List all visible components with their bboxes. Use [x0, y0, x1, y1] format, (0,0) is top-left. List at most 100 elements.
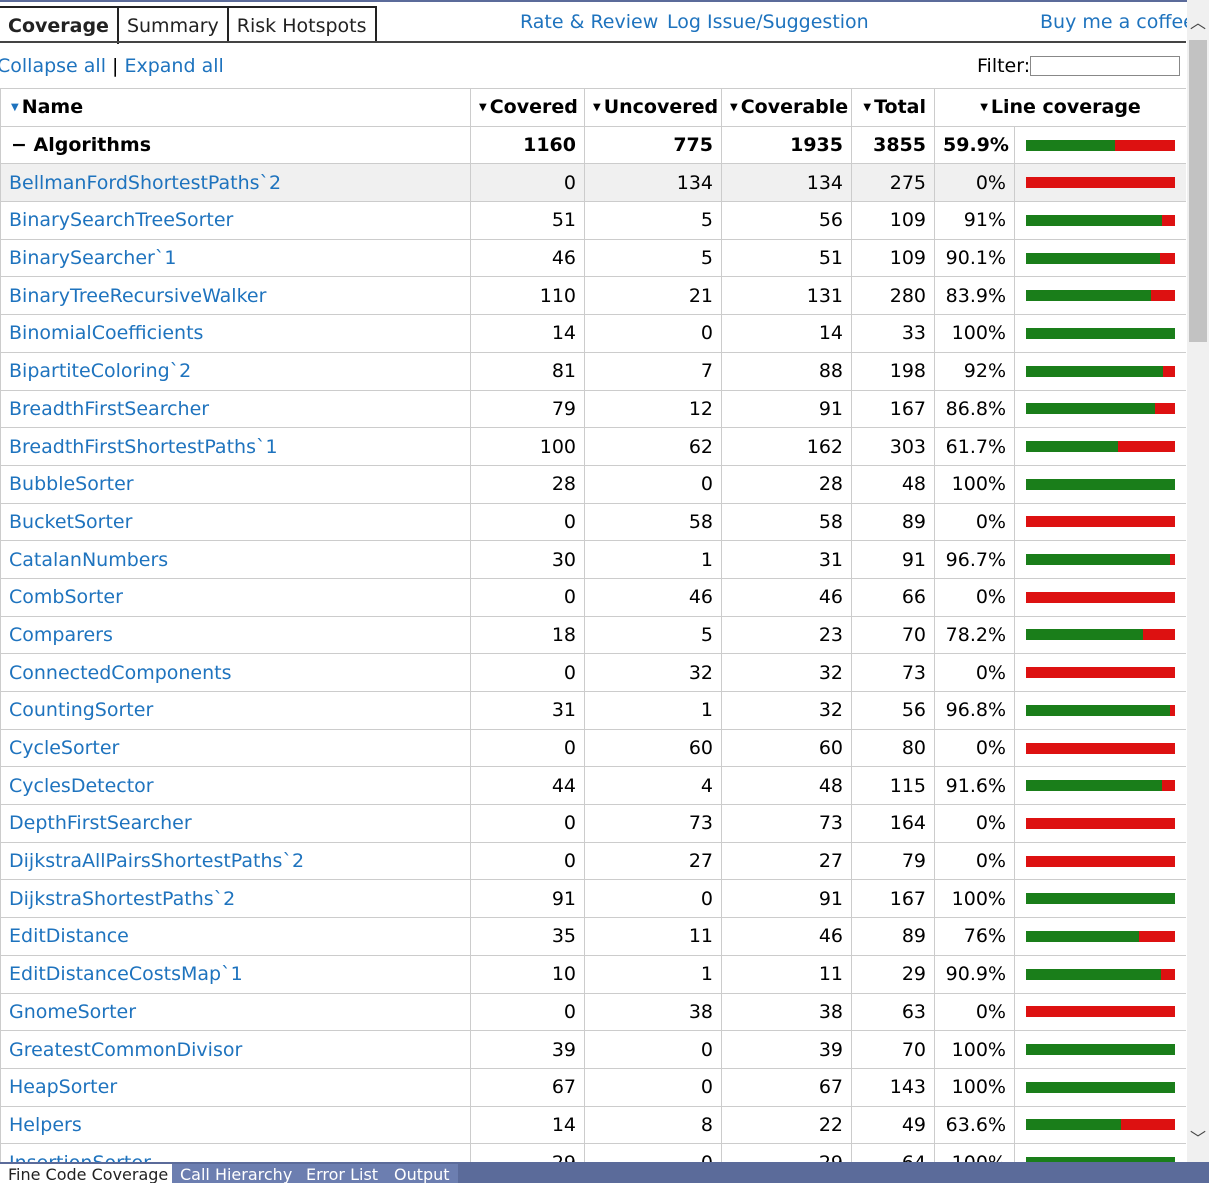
- class-name-link[interactable]: BinomialCoefficients: [0, 314, 471, 353]
- table-row[interactable]: EditDistanceCostsMap`1 10 1 11 29 90.9%: [0, 954, 1186, 994]
- table-row[interactable]: Helpers 14 8 22 49 63.6%: [0, 1105, 1186, 1145]
- table-row[interactable]: Comparers 18 5 23 70 78.2%: [0, 615, 1186, 655]
- sort-down-icon: ▼: [593, 102, 601, 114]
- buy-coffee-link[interactable]: Buy me a coffee: [1040, 11, 1195, 33]
- table-row[interactable]: CountingSorter 31 1 32 56 96.8%: [0, 691, 1186, 730]
- coverable-cell: 134: [721, 163, 852, 203]
- table-row[interactable]: GnomeSorter 0 38 38 63 0%: [0, 992, 1186, 1032]
- tab-underline: [0, 41, 1186, 43]
- class-name-link[interactable]: BinarySearcher`1: [0, 238, 471, 278]
- collapse-toggle-icon[interactable]: −: [11, 134, 27, 156]
- coverable-cell: 31: [721, 540, 852, 579]
- class-name-link[interactable]: CountingSorter: [0, 691, 471, 730]
- scroll-thumb[interactable]: [1189, 40, 1207, 342]
- class-name-link[interactable]: DepthFirstSearcher: [0, 804, 471, 843]
- uncovered-fill: [1117, 441, 1175, 453]
- class-name-link[interactable]: GnomeSorter: [0, 992, 471, 1032]
- class-name-link[interactable]: BinaryTreeRecursiveWalker: [0, 276, 471, 316]
- coverable-cell: 1935: [721, 125, 852, 165]
- tab-error-list[interactable]: Error List: [298, 1164, 387, 1183]
- table-row[interactable]: BinarySearchTreeSorter 51 5 56 109 91%: [0, 201, 1186, 240]
- table-row[interactable]: BinomialCoefficients 14 0 14 33 100%: [0, 314, 1186, 353]
- table-row[interactable]: BinarySearcher`1 46 5 51 109 90.1%: [0, 238, 1186, 278]
- class-name-link[interactable]: EditDistance: [0, 917, 471, 956]
- table-row[interactable]: BubbleSorter 28 0 28 48 100%: [0, 464, 1186, 504]
- table-row[interactable]: BucketSorter 0 58 58 89 0%: [0, 502, 1186, 542]
- group-row-algorithms[interactable]: − Algorithms 1160 775 1935 3855 59.9%: [0, 125, 1186, 165]
- class-name-link[interactable]: BreadthFirstSearcher: [0, 389, 471, 429]
- class-name-link[interactable]: BucketSorter: [0, 502, 471, 542]
- table-row[interactable]: HeapSorter 67 0 67 143 100%: [0, 1067, 1186, 1107]
- class-name-link[interactable]: BubbleSorter: [0, 464, 471, 504]
- tab-fine-code-coverage[interactable]: Fine Code Coverage: [0, 1164, 177, 1183]
- column-header-uncovered[interactable]: ▼ Uncovered: [584, 88, 722, 127]
- coverage-bar: [1026, 516, 1175, 528]
- table-row[interactable]: BipartiteColoring`2 81 7 88 198 92%: [0, 351, 1186, 391]
- table-row[interactable]: CatalanNumbers 30 1 31 91 96.7%: [0, 540, 1186, 579]
- table-row[interactable]: InsertionSorter2902964100%: [0, 1143, 1186, 1162]
- table-row[interactable]: DepthFirstSearcher 0 73 73 164 0%: [0, 804, 1186, 843]
- class-name-link[interactable]: HeapSorter: [0, 1067, 471, 1107]
- total-cell: 89: [851, 917, 935, 956]
- total-cell: 91: [851, 540, 935, 579]
- table-row[interactable]: DijkstraShortestPaths`2 91 0 91 167 100%: [0, 879, 1186, 919]
- coverage-bar: [1026, 252, 1175, 264]
- coverage-bar-cell: [1014, 879, 1186, 919]
- expand-all-link[interactable]: Expand all: [124, 55, 223, 77]
- class-name-link[interactable]: CyclesDetector: [0, 766, 471, 806]
- tab-call-hierarchy[interactable]: Call Hierarchy: [172, 1164, 301, 1183]
- column-header-covered[interactable]: ▼ Covered: [470, 88, 585, 127]
- class-name-link[interactable]: ConnectedComponents: [0, 653, 471, 692]
- class-name-link[interactable]: CycleSorter: [0, 728, 471, 768]
- class-name-link[interactable]: GreatestCommonDivisor: [0, 1030, 471, 1069]
- class-name-link[interactable]: InsertionSorter: [0, 1143, 471, 1162]
- chevron-up-icon[interactable]: ︿: [1187, 12, 1209, 34]
- table-row[interactable]: CyclesDetector 44 4 48 115 91.6%: [0, 766, 1186, 806]
- filter-input[interactable]: [1030, 56, 1180, 76]
- class-name-link[interactable]: BipartiteColoring`2: [0, 351, 471, 391]
- uncovered-cell: 0: [584, 879, 722, 919]
- class-name-link[interactable]: CatalanNumbers: [0, 540, 471, 579]
- table-row[interactable]: GreatestCommonDivisor 39 0 39 70 100%: [0, 1030, 1186, 1069]
- table-row[interactable]: ConnectedComponents 0 32 32 73 0%: [0, 653, 1186, 692]
- uncovered-fill: [1155, 403, 1175, 415]
- tab-output[interactable]: Output: [386, 1164, 458, 1183]
- vertical-scrollbar[interactable]: ︿ ﹀: [1187, 0, 1209, 1162]
- class-name-link[interactable]: Helpers: [0, 1105, 471, 1145]
- column-header-line-coverage[interactable]: ▼ Line coverage: [934, 88, 1186, 127]
- table-row[interactable]: CycleSorter 0 60 60 80 0%: [0, 728, 1186, 768]
- total-cell: 63: [851, 992, 935, 1032]
- uncovered-cell: 21: [584, 276, 722, 316]
- class-name-link[interactable]: CombSorter: [0, 577, 471, 617]
- collapse-all-link[interactable]: Collapse all: [0, 55, 106, 77]
- coverage-bar: [1026, 478, 1175, 490]
- rate-review-link[interactable]: Rate & Review: [520, 11, 658, 33]
- tab-coverage[interactable]: Coverage: [0, 6, 119, 44]
- class-name-link[interactable]: BellmanFordShortestPaths`2: [0, 163, 471, 203]
- table-row[interactable]: EditDistance 35 11 46 89 76%: [0, 917, 1186, 956]
- column-header-total[interactable]: ▼ Total: [851, 88, 935, 127]
- class-name-link[interactable]: DijkstraAllPairsShortestPaths`2: [0, 841, 471, 881]
- table-row[interactable]: BreadthFirstShortestPaths`1 100 62 162 303 61…: [0, 427, 1186, 466]
- table-row[interactable]: BreadthFirstSearcher 79 12 91 167 86.8%: [0, 389, 1186, 429]
- total-cell: 49: [851, 1105, 935, 1145]
- column-header-coverable[interactable]: ▼ Coverable: [721, 88, 852, 127]
- table-row[interactable]: BinaryTreeRecursiveWalker 110 21 131 280 83.9…: [0, 276, 1186, 316]
- class-name-link[interactable]: EditDistanceCostsMap`1: [0, 954, 471, 994]
- class-name-link[interactable]: BreadthFirstShortestPaths`1: [0, 427, 471, 466]
- log-issue-link[interactable]: Log Issue/Suggestion: [667, 11, 869, 33]
- column-header-name[interactable]: ▼ Name: [0, 88, 471, 127]
- uncovered-cell: 1: [584, 691, 722, 730]
- chevron-down-icon[interactable]: ﹀: [1187, 1128, 1209, 1150]
- class-name-link[interactable]: BinarySearchTreeSorter: [0, 201, 471, 240]
- uncovered-fill: [1026, 516, 1175, 528]
- table-row[interactable]: CombSorter 0 46 46 66 0%: [0, 577, 1186, 617]
- uncovered-cell: 1: [584, 954, 722, 994]
- tab-risk-hotspots[interactable]: Risk Hotspots: [228, 6, 377, 42]
- class-name-link[interactable]: DijkstraShortestPaths`2: [0, 879, 471, 919]
- tab-summary[interactable]: Summary: [118, 6, 229, 42]
- table-row[interactable]: BellmanFordShortestPaths`2 0 134 134 275 0%: [0, 163, 1186, 203]
- class-name-link[interactable]: Comparers: [0, 615, 471, 655]
- uncovered-cell: 4: [584, 766, 722, 806]
- table-row[interactable]: DijkstraAllPairsShortestPaths`2 0 27 27 79 0%: [0, 841, 1186, 881]
